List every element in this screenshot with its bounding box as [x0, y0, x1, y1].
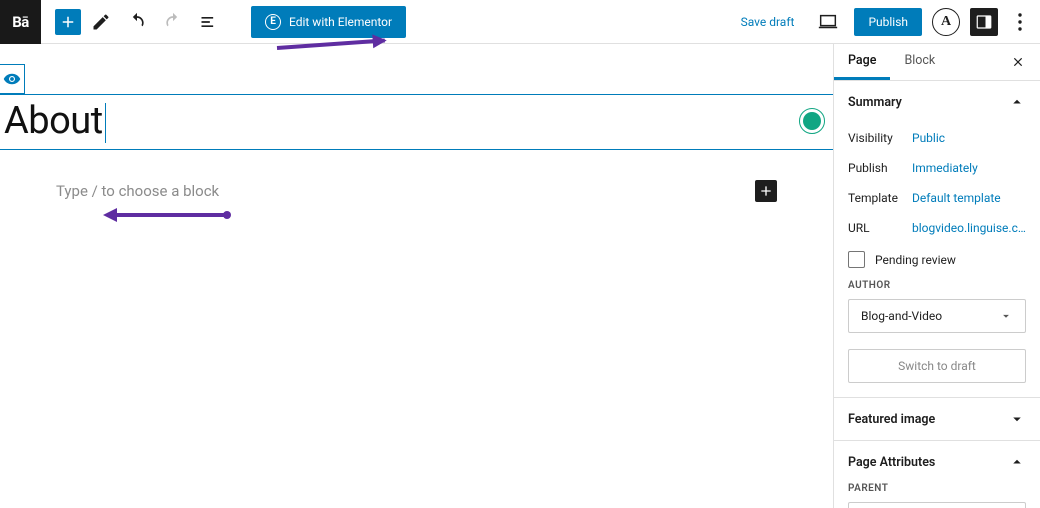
annotation-arrow-2: [117, 213, 227, 217]
preview-toggle-tab[interactable]: [0, 64, 25, 94]
chevron-up-icon: [1008, 453, 1026, 471]
url-value[interactable]: blogvideo.linguise.com...: [912, 221, 1026, 235]
grammarly-badge[interactable]: [799, 108, 825, 134]
elementor-label: Edit with Elementor: [289, 15, 392, 29]
close-sidebar-button[interactable]: [1000, 44, 1036, 80]
tab-block[interactable]: Block: [890, 44, 949, 80]
tab-page[interactable]: Page: [834, 44, 890, 80]
preview-button[interactable]: [812, 6, 844, 38]
url-label: URL: [848, 221, 912, 235]
publish-value[interactable]: Immediately: [912, 161, 1026, 175]
site-logo[interactable]: Bā: [0, 0, 41, 44]
author-section-label: AUTHOR: [848, 280, 1026, 291]
plus-icon: [758, 183, 774, 199]
author-value: Blog-and-Video: [861, 309, 942, 323]
eye-icon: [3, 70, 21, 88]
undo-icon: [127, 12, 147, 32]
editor-canvas: About Type / to choose a block: [0, 44, 833, 508]
visibility-label: Visibility: [848, 131, 912, 145]
sidebar-icon: [975, 13, 993, 31]
chevron-down-icon: [999, 309, 1013, 323]
featured-image-header[interactable]: Featured image: [834, 398, 1040, 440]
settings-panel-toggle[interactable]: [970, 8, 998, 36]
add-block-button[interactable]: [55, 9, 81, 35]
pending-review-row: Pending review: [848, 243, 1026, 280]
more-vertical-icon: [1018, 13, 1022, 31]
page-attributes-header[interactable]: Page Attributes: [834, 441, 1040, 483]
toolbar-right: Save draft Publish A: [733, 6, 1032, 38]
list-view-button[interactable]: [193, 6, 225, 38]
visibility-value[interactable]: Public: [912, 131, 1026, 145]
undo-button[interactable]: [121, 6, 153, 38]
url-row: URL blogvideo.linguise.com...: [848, 213, 1026, 243]
summary-panel: Summary Visibility Public Publish Immedi…: [834, 81, 1040, 398]
featured-image-panel: Featured image: [834, 398, 1040, 441]
chevron-down-icon: [1008, 410, 1026, 428]
summary-title: Summary: [848, 95, 902, 110]
page-title-input[interactable]: About: [4, 99, 106, 143]
page-attributes-title: Page Attributes: [848, 455, 935, 470]
list-icon: [199, 12, 219, 32]
topbar: Bā E Edit with Elementor Save draft Publ…: [0, 0, 1040, 44]
sidebar-tabs: Page Block: [834, 44, 1040, 81]
plus-icon: [59, 13, 77, 31]
title-block[interactable]: About: [0, 94, 833, 150]
inline-add-block-button[interactable]: [755, 180, 777, 202]
redo-button: [157, 6, 189, 38]
publish-row: Publish Immediately: [848, 153, 1026, 183]
toolbar-left: [55, 6, 225, 38]
pencil-icon: [91, 12, 111, 32]
pending-review-checkbox[interactable]: [848, 251, 865, 268]
chevron-up-icon: [1008, 93, 1026, 111]
astra-settings-button[interactable]: A: [932, 8, 960, 36]
template-row: Template Default template: [848, 183, 1026, 213]
pending-review-label: Pending review: [875, 253, 956, 267]
switch-to-draft-button[interactable]: Switch to draft: [848, 349, 1026, 383]
more-options-button[interactable]: [1008, 6, 1032, 38]
block-placeholder[interactable]: Type / to choose a block: [56, 182, 755, 200]
parent-label: PARENT: [848, 483, 1026, 494]
save-draft-link[interactable]: Save draft: [733, 9, 803, 35]
featured-image-title: Featured image: [848, 412, 935, 427]
main-area: About Type / to choose a block Page Bloc…: [0, 44, 1040, 508]
close-icon: [1011, 55, 1025, 69]
page-attributes-body: PARENT: [834, 483, 1040, 494]
summary-header[interactable]: Summary: [834, 81, 1040, 123]
page-attributes-panel: Page Attributes PARENT ×: [834, 441, 1040, 508]
redo-icon: [163, 12, 183, 32]
desktop-icon: [817, 11, 839, 33]
edit-mode-button[interactable]: [85, 6, 117, 38]
template-value[interactable]: Default template: [912, 191, 1026, 205]
template-label: Template: [848, 191, 912, 205]
publish-label: Publish: [848, 161, 912, 175]
publish-button[interactable]: Publish: [854, 8, 922, 36]
grammarly-icon: [803, 112, 821, 130]
visibility-row: Visibility Public: [848, 123, 1026, 153]
parent-dropdown[interactable]: ×: [848, 502, 1026, 508]
settings-sidebar: Page Block Summary Visibility Public Pub…: [833, 44, 1040, 508]
author-dropdown[interactable]: Blog-and-Video: [848, 299, 1026, 333]
elementor-icon: E: [265, 14, 281, 30]
summary-body: Visibility Public Publish Immediately Te…: [834, 123, 1040, 397]
content-placeholder-row: Type / to choose a block: [56, 180, 777, 202]
